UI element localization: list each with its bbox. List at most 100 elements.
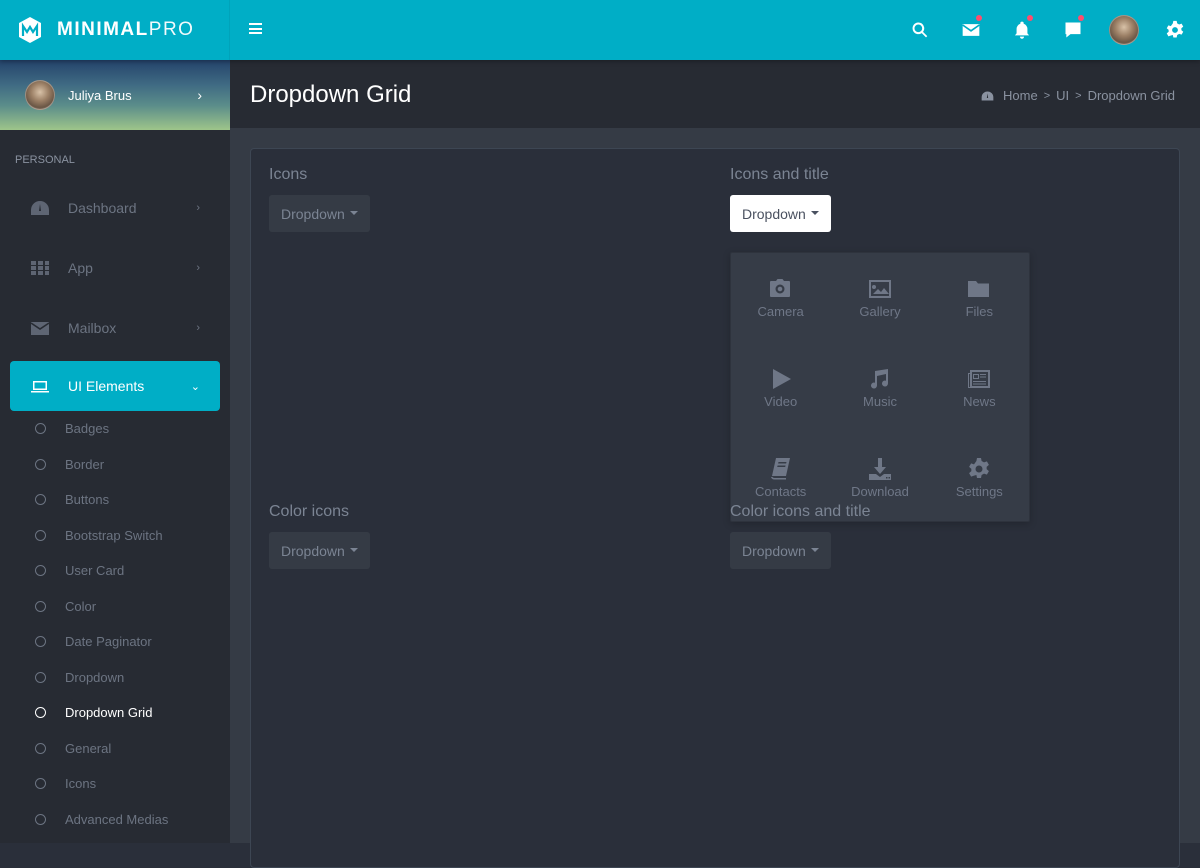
sidebar-toggle-button[interactable] — [249, 23, 262, 36]
gear-icon — [969, 458, 990, 478]
dropdown-button[interactable]: Dropdown — [730, 195, 831, 232]
play-icon — [772, 369, 791, 389]
sidebar-subitem[interactable]: Bootstrap Switch — [0, 518, 230, 554]
sidebar-subitem-label: Color — [65, 598, 97, 614]
dropdown-grid-label: Contacts — [755, 484, 807, 499]
circle-icon — [35, 565, 46, 577]
folder-icon — [968, 281, 990, 297]
messages-button[interactable] — [945, 0, 996, 60]
circle-icon — [35, 707, 46, 719]
breadcrumb-separator: > — [1043, 89, 1051, 102]
demo-title: Icons — [269, 166, 308, 183]
circle-icon — [35, 742, 46, 754]
content-header: Dropdown Grid Home > UI > Dropdown Grid — [230, 60, 1200, 128]
sidebar-subitem[interactable]: Border — [0, 447, 230, 483]
sidebar-item-app[interactable]: App › — [0, 238, 230, 298]
chat-icon — [1065, 22, 1080, 38]
sidebar-item-label: App — [68, 260, 93, 276]
bell-icon — [1014, 21, 1029, 39]
image-icon — [868, 280, 891, 298]
sidebar: Juliya Brus › PERSONAL Dashboard › App ›… — [0, 60, 230, 843]
user-panel[interactable]: Juliya Brus › — [0, 60, 230, 130]
demo-title: Color icons and title — [730, 503, 871, 520]
breadcrumb-home[interactable]: Home — [1003, 88, 1038, 103]
breadcrumb-current: Dropdown Grid — [1087, 88, 1175, 103]
dropdown-grid-item-news[interactable]: News — [930, 343, 1029, 433]
chevron-right-icon: › — [197, 87, 202, 103]
user-avatar — [1108, 15, 1139, 45]
dropdown-grid-label: Camera — [757, 304, 804, 319]
sidebar-subitem-label: Icons — [65, 776, 97, 792]
sidebar-subitem-label: Dropdown Grid — [65, 705, 153, 721]
search-icon — [912, 22, 927, 38]
search-button[interactable] — [894, 0, 945, 60]
download-icon — [868, 458, 891, 480]
dropdown-grid-menu: Camera Gallery Files Video Music News Contacts… — [730, 252, 1030, 522]
circle-icon — [35, 813, 46, 825]
sidebar-item-label: Mailbox — [68, 320, 117, 336]
sidebar-subitem[interactable]: Badges — [0, 411, 230, 447]
sidebar-subitem[interactable]: Color — [0, 589, 230, 625]
dropdown-grid-label: Settings — [955, 484, 1003, 499]
sidebar-subitem[interactable]: Date Paginator — [0, 624, 230, 660]
sidebar-subitem-label: User Card — [65, 563, 125, 579]
circle-icon — [35, 671, 46, 683]
sidebar-subitem-label: Border — [65, 456, 105, 472]
sidebar-subitem[interactable]: Dropdown — [0, 660, 230, 696]
sidebar-submenu: Badges Border Buttons Bootstrap Switch User … — [0, 411, 230, 837]
breadcrumb-ui[interactable]: UI — [1056, 88, 1069, 103]
dropdown-grid-item-camera[interactable]: Camera — [731, 253, 830, 343]
top-navbar: MINIMALPRO — [0, 0, 1200, 60]
sidebar-subitem[interactable]: Buttons — [0, 482, 230, 518]
dropdown-grid-label: Files — [965, 304, 994, 319]
dropdown-button[interactable]: Dropdown — [730, 532, 831, 569]
sidebar-subitem-label: Buttons — [65, 492, 110, 508]
logo[interactable]: MINIMALPRO — [0, 0, 230, 60]
sidebar-item-ui-elements[interactable]: UI Elements ⌄ — [10, 361, 220, 411]
sidebar-subitem-label: Advanced Medias — [65, 811, 169, 827]
sidebar-subitem[interactable]: User Card — [0, 553, 230, 589]
sidebar-subitem[interactable]: Dropdown Grid — [0, 695, 230, 731]
caret-down-icon — [810, 547, 819, 552]
sidebar-subitem[interactable]: Icons — [0, 766, 230, 802]
section-label: PERSONAL — [15, 154, 75, 166]
sidebar-subitem-label: Dropdown — [65, 669, 125, 685]
dropdown-grid-item-gallery[interactable]: Gallery — [830, 253, 929, 343]
settings-button[interactable] — [1149, 0, 1200, 60]
logo-text: MINIMALPRO — [57, 19, 195, 40]
chat-button[interactable] — [1047, 0, 1098, 60]
circle-icon — [35, 636, 46, 648]
dropdown-grid-label: Download — [851, 484, 909, 499]
dropdown-grid-label: News — [963, 394, 996, 409]
sidebar-subitem-label: Bootstrap Switch — [65, 527, 163, 543]
newspaper-icon — [968, 370, 991, 388]
sidebar-item-label: Dashboard — [68, 200, 137, 216]
circle-icon — [35, 778, 46, 790]
dropdown-button[interactable]: Dropdown — [269, 195, 370, 232]
caret-down-icon — [810, 210, 819, 215]
demo-title: Color icons — [269, 503, 350, 520]
sidebar-subitem[interactable]: Advanced Medias — [0, 802, 230, 838]
dashboard-icon — [31, 201, 49, 215]
notifications-button[interactable] — [996, 0, 1047, 60]
main-content: Icons Dropdown Icons and title Dropdown … — [230, 128, 1200, 868]
sidebar-item-mailbox[interactable]: Mailbox › — [0, 298, 230, 358]
user-avatar — [25, 80, 55, 110]
circle-icon — [35, 458, 46, 470]
notification-badge — [976, 15, 982, 21]
dropdown-button[interactable]: Dropdown — [269, 532, 370, 569]
notification-badge — [1078, 15, 1084, 21]
caret-down-icon — [349, 210, 358, 215]
dropdown-grid-item-music[interactable]: Music — [830, 343, 929, 433]
chevron-down-icon: ⌄ — [190, 380, 200, 393]
caret-down-icon — [349, 547, 358, 552]
sidebar-subitem[interactable]: General — [0, 731, 230, 767]
dropdown-grid-item-files[interactable]: Files — [930, 253, 1029, 343]
dropdown-grid-item-settings[interactable]: Settings — [930, 433, 1029, 523]
user-menu-button[interactable] — [1098, 0, 1149, 60]
logo-icon — [19, 17, 41, 43]
circle-icon — [35, 600, 46, 612]
sidebar-item-dashboard[interactable]: Dashboard › — [0, 178, 230, 238]
demo-color-icons: Color icons Dropdown — [269, 503, 370, 569]
dropdown-grid-item-video[interactable]: Video — [731, 343, 830, 433]
